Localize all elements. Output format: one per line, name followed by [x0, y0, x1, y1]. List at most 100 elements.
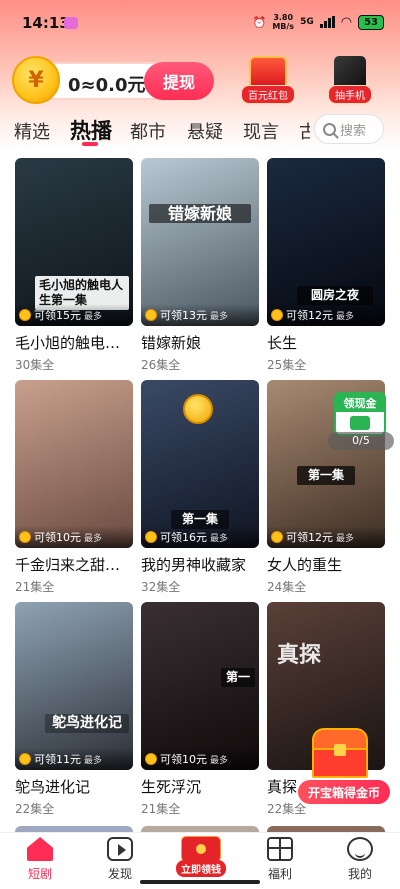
status-icons: ⏰ 3.80 MB/s 5G ◠ 53	[253, 13, 384, 31]
phone-lottery-promo[interactable]: 抽手机	[318, 56, 382, 104]
red-packet-label: 百元红包	[241, 85, 295, 104]
floating-coin-icon[interactable]	[183, 394, 213, 424]
poster-caption: 第一集	[297, 466, 355, 485]
reward-text: 可领10元	[34, 531, 81, 544]
drama-title[interactable]: 女人的重生	[267, 554, 385, 575]
coin-icon	[145, 309, 157, 321]
chest-lock	[334, 744, 346, 756]
reward-bar: 可领12元 最多	[267, 304, 385, 326]
reward-suffix: 最多	[84, 311, 103, 322]
reward-suffix: 最多	[84, 755, 103, 766]
search-box[interactable]: 搜索	[314, 114, 384, 144]
withdraw-button[interactable]: 提现	[144, 62, 214, 100]
drama-card[interactable]: 第一集 可领16元 最多 我的男神收藏家 32集全	[141, 380, 259, 595]
nav-me[interactable]: 我的	[330, 837, 390, 882]
nav-shorts[interactable]: 短剧	[10, 837, 70, 882]
drama-title[interactable]: 毛小旭的触电…	[15, 332, 133, 353]
search-placeholder: 搜索	[340, 123, 367, 139]
earn-label: 立即领钱	[176, 860, 226, 877]
drama-poster[interactable]: 可领10元 最多	[15, 380, 133, 548]
drama-poster[interactable]: 毛小旭的触电人生第一集 可领15元 最多	[15, 158, 133, 326]
gift-icon	[267, 837, 293, 861]
tab-ancient[interactable]: 古	[299, 118, 310, 144]
drama-episodes: 25集全	[267, 358, 307, 372]
coin-icon: ¥	[12, 56, 60, 104]
reward-text: 可领16元	[160, 531, 207, 544]
coin-icon	[145, 531, 157, 543]
drama-episodes: 22集全	[15, 802, 55, 816]
drama-title[interactable]: 鸵鸟进化记	[15, 776, 133, 797]
nav-earn-money[interactable]: 立即领钱	[174, 836, 228, 877]
cash-widget[interactable]: 领现金	[334, 392, 386, 436]
network-type: 5G	[300, 17, 314, 27]
home-icon	[27, 837, 53, 861]
reward-bar: 可领15元 最多	[15, 304, 133, 326]
wifi-icon: ◠	[340, 14, 353, 30]
drama-poster[interactable]: 第一集 可领16元 最多	[141, 380, 259, 548]
reward-bar: 可领10元 最多	[141, 748, 259, 770]
tab-suspense[interactable]: 悬疑	[187, 118, 223, 144]
poster-caption: 真探	[277, 643, 322, 668]
reward-text: 可领12元	[286, 309, 333, 322]
drama-card[interactable]: 错嫁新娘 可领13元 最多 错嫁新娘 26集全	[141, 158, 259, 373]
tab-trending[interactable]: 热播	[70, 115, 112, 145]
drama-title[interactable]: 我的男神收藏家	[141, 554, 259, 575]
drama-episodes: 24集全	[267, 580, 307, 594]
drama-poster[interactable]: 鸵鸟进化记 可领11元 最多	[15, 602, 133, 770]
nav-label: 短剧	[27, 867, 52, 881]
drama-title[interactable]: 千金归来之甜…	[15, 554, 133, 575]
drama-poster[interactable]: 第一 可领10元 最多	[141, 602, 259, 770]
red-packet-promo[interactable]: 百元红包	[236, 56, 300, 104]
drama-card[interactable]: 可领10元 最多 千金归来之甜… 21集全	[15, 380, 133, 595]
drama-episodes: 32集全	[141, 580, 181, 594]
reward-bar: 可领16元 最多	[141, 526, 259, 548]
drama-title[interactable]: 生死浮沉	[141, 776, 259, 797]
tab-urban[interactable]: 都市	[130, 118, 166, 144]
reward-bar: 可领10元 最多	[15, 526, 133, 548]
alarm-icon: ⏰	[252, 15, 267, 29]
status-time: 14:13	[22, 14, 70, 32]
nav-discover[interactable]: 发现	[90, 837, 150, 882]
red-envelope-icon	[181, 836, 221, 862]
drama-episodes: 30集全	[15, 358, 55, 372]
drama-card[interactable]: 鸵鸟进化记 可领11元 最多 鸵鸟进化记 22集全	[15, 602, 133, 817]
drama-card[interactable]: 毛小旭的触电人生第一集 可领15元 最多 毛小旭的触电… 30集全	[15, 158, 133, 373]
active-tab-indicator	[82, 142, 98, 146]
reward-bar: 可领11元 最多	[15, 748, 133, 770]
play-icon	[107, 837, 133, 861]
net-speed: 3.80 MB/s	[272, 13, 295, 31]
drama-title[interactable]: 长生	[267, 332, 385, 353]
poster-caption: 鸵鸟进化记	[45, 714, 129, 733]
nav-welfare[interactable]: 福利	[250, 837, 310, 882]
reward-suffix: 最多	[210, 533, 229, 544]
drama-card[interactable]: 圆房之夜 可领12元 最多 长生 25集全	[267, 158, 385, 373]
coin-icon	[145, 753, 157, 765]
reward-suffix: 最多	[210, 311, 229, 322]
drama-poster[interactable]: 错嫁新娘 可领13元 最多	[141, 158, 259, 326]
poster-caption: 错嫁新娘	[149, 204, 251, 223]
treasure-chest-icon[interactable]	[308, 728, 372, 780]
coin-icon	[19, 531, 31, 543]
poster-caption: 圆房之夜	[297, 286, 373, 305]
drama-episodes: 26集全	[141, 358, 181, 372]
drama-card[interactable]: 第一 可领10元 最多 生死浮沉 21集全	[141, 602, 259, 817]
nav-label: 我的	[347, 867, 372, 881]
battery-indicator: 53	[358, 14, 384, 30]
tab-featured[interactable]: 精选	[14, 118, 50, 144]
reward-suffix: 最多	[336, 311, 355, 322]
coin-balance-pill[interactable]: ¥ 0≈0.0元 提现	[12, 56, 214, 104]
open-treasure-button[interactable]: 开宝箱得金币	[298, 780, 390, 804]
wallet-icon	[350, 416, 370, 430]
notification-app-icon	[64, 17, 78, 29]
reward-suffix: 最多	[336, 533, 355, 544]
drama-title[interactable]: 错嫁新娘	[141, 332, 259, 353]
tab-romance[interactable]: 现言	[243, 118, 279, 144]
reward-text: 可领15元	[34, 309, 81, 322]
balance-amount: 0≈0.0元	[68, 75, 146, 96]
phone-lottery-label: 抽手机	[328, 85, 372, 104]
search-icon	[323, 122, 336, 136]
signal-icon	[319, 16, 335, 28]
reward-text: 可领11元	[34, 753, 81, 766]
drama-poster[interactable]: 圆房之夜 可领12元 最多	[267, 158, 385, 326]
reward-suffix: 最多	[84, 533, 103, 544]
